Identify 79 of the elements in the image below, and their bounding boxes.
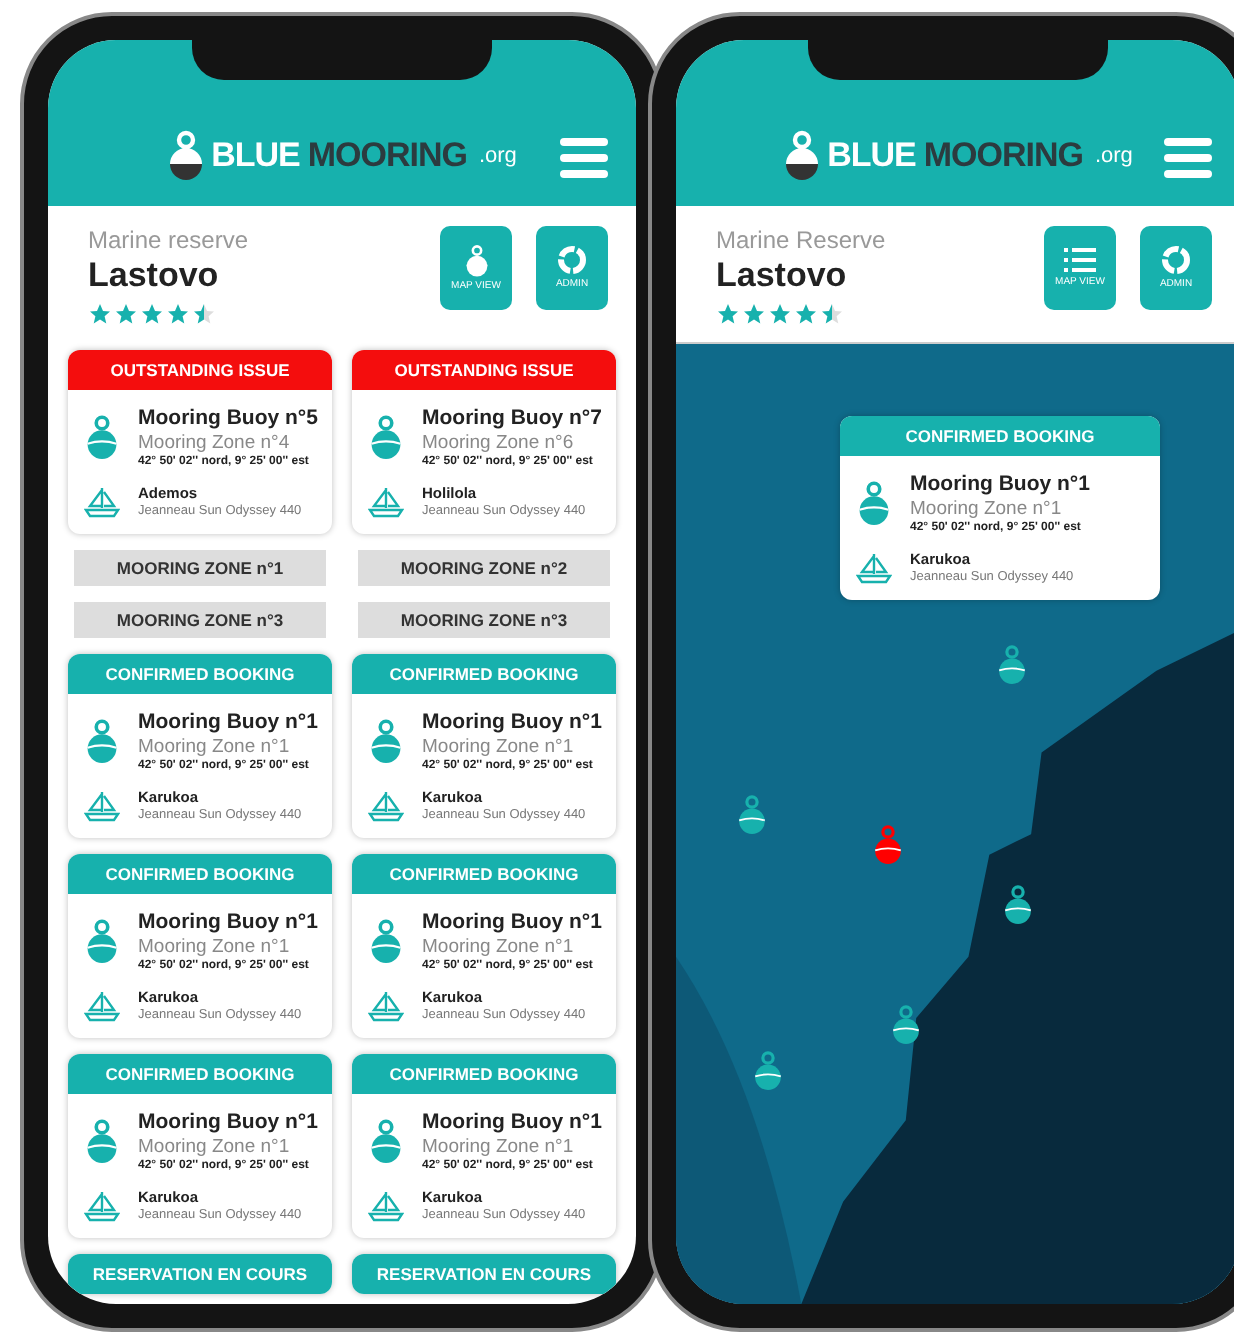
sailboat-icon (368, 1189, 404, 1221)
card-header: OUTSTANDING ISSUE (352, 350, 616, 390)
zone-button[interactable]: MOORING ZONE n°3 (74, 602, 326, 638)
card-header: OUTSTANDING ISSUE (68, 350, 332, 390)
zone-button[interactable]: MOORING ZONE n°3 (358, 602, 610, 638)
logo-suffix: .org (1094, 144, 1133, 168)
zone-button[interactable]: MOORING ZONE n°2 (358, 550, 610, 586)
buoy-icon (84, 1117, 120, 1165)
buoy-icon (368, 917, 404, 965)
logo-suffix: .org (478, 144, 517, 168)
star-icon (192, 302, 216, 326)
logo-text: MOORING (307, 136, 467, 176)
star-icon (768, 302, 792, 326)
buoy-title: Mooring Buoy n°1 (422, 1110, 604, 1134)
sailboat-icon (84, 789, 120, 821)
star-icon (88, 302, 112, 326)
sailboat-icon (856, 551, 892, 583)
zone-name: Mooring Zone n°1 (910, 498, 1064, 520)
sailboat-icon (84, 485, 120, 517)
buoy-icon (368, 413, 404, 461)
sailboat-icon (368, 989, 404, 1021)
card-header: CONFIRMED BOOKING (68, 1054, 332, 1094)
buoy-title: Mooring Buoy n°5 (138, 406, 320, 430)
card-header: CONFIRMED BOOKING (352, 654, 616, 694)
sailboat-icon (84, 989, 120, 1021)
star-icon (716, 302, 740, 326)
zone-name: Mooring Zone n°1 (138, 736, 292, 758)
list-icon (1064, 246, 1096, 275)
zone-name: Mooring Zone n°1 (138, 936, 292, 958)
zone-button[interactable]: MOORING ZONE n°1 (74, 550, 326, 586)
buoy-icon (856, 479, 892, 527)
logo-text: BLUE (827, 136, 916, 176)
card-header: RESERVATION EN COURS (352, 1254, 616, 1294)
reserve-label: Marine reserve (88, 226, 249, 254)
buoy-title: Mooring Buoy n°1 (910, 472, 1092, 496)
buoy-icon (368, 1117, 404, 1165)
buoy-logo-icon (167, 130, 204, 182)
buoy-title: Mooring Buoy n°7 (422, 406, 604, 430)
buoy-icon (84, 717, 120, 765)
card-header: CONFIRMED BOOKING (352, 854, 616, 894)
pie-chart-icon (556, 244, 588, 277)
buoy-icon (368, 717, 404, 765)
menu-icon[interactable] (560, 138, 608, 178)
buoy-title: Mooring Buoy n°1 (422, 910, 604, 934)
sailboat-icon (84, 1189, 120, 1221)
zone-name: Mooring Zone n°6 (422, 432, 576, 454)
card-header: CONFIRMED BOOKING (68, 854, 332, 894)
star-icon (742, 302, 766, 326)
buoy-icon (84, 917, 120, 965)
menu-icon[interactable] (1164, 138, 1212, 178)
card-header: CONFIRMED BOOKING (840, 416, 1160, 456)
buoy-title: Mooring Buoy n°1 (138, 710, 320, 734)
zone-name: Mooring Zone n°1 (138, 1136, 292, 1158)
zone-name: Mooring Zone n°1 (422, 936, 576, 958)
card-header: CONFIRMED BOOKING (352, 1054, 616, 1094)
pie-chart-icon (1160, 244, 1192, 277)
buoy-title: Mooring Buoy n°1 (138, 910, 320, 934)
zone-name: Mooring Zone n°1 (422, 736, 576, 758)
buoy-icon (84, 413, 120, 461)
buoy-title: Mooring Buoy n°1 (422, 710, 604, 734)
star-icon (114, 302, 138, 326)
buoy-title: Mooring Buoy n°1 (138, 1110, 320, 1134)
star-icon (820, 302, 844, 326)
logo-text: MOORING (923, 136, 1083, 176)
card-header: RESERVATION EN COURS (68, 1254, 332, 1294)
zone-name: Mooring Zone n°1 (422, 1136, 576, 1158)
reserve-name: Lastovo (716, 256, 849, 296)
star-icon (140, 302, 164, 326)
buoy-icon (463, 243, 489, 278)
zone-name: Mooring Zone n°4 (138, 432, 292, 454)
card-header: CONFIRMED BOOKING (68, 654, 332, 694)
sailboat-icon (368, 485, 404, 517)
sailboat-icon (368, 789, 404, 821)
logo-text: BLUE (211, 136, 300, 176)
buoy-logo-icon (783, 130, 820, 182)
star-icon (166, 302, 190, 326)
reserve-name: Lastovo (88, 256, 221, 296)
star-icon (794, 302, 818, 326)
reserve-label: Marine Reserve (716, 226, 886, 254)
